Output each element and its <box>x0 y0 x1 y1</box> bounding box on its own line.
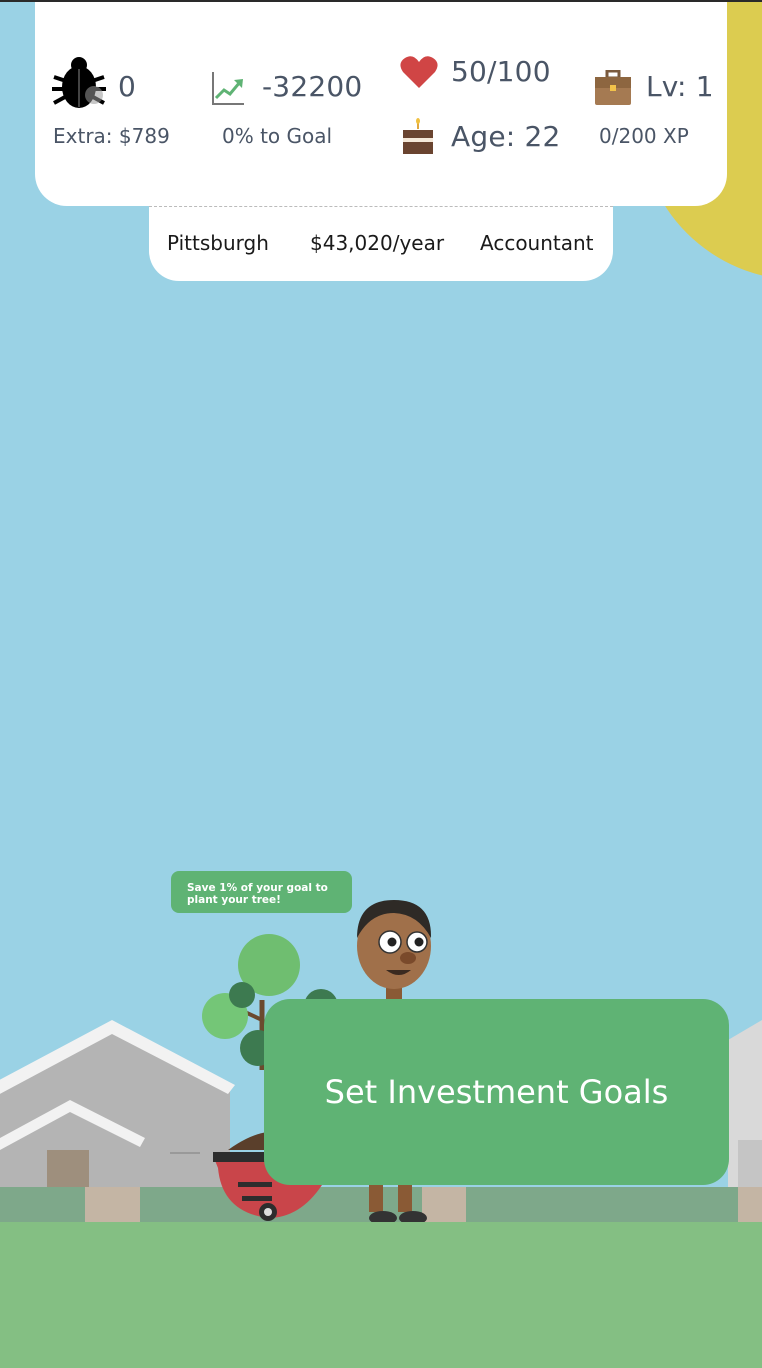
xp-progress: 0/200 XP <box>599 124 689 148</box>
grass-ground <box>0 1222 762 1368</box>
briefcase-icon <box>594 69 632 110</box>
job-label: Accountant <box>480 231 594 255</box>
stats-panel: 0 Extra: $789 -32200 0% to Goal 50/100 A… <box>35 0 727 206</box>
bugs-value: 0 <box>118 70 137 103</box>
hint-bubble: Save 1% of your goal to plant your tree! <box>171 871 352 913</box>
extra-money: Extra: $789 <box>53 124 170 148</box>
goal-progress: 0% to Goal <box>222 124 333 148</box>
cake-icon <box>402 118 434 160</box>
heart-icon <box>400 55 438 93</box>
bug-icon <box>50 55 108 117</box>
goal-value: -32200 <box>262 70 363 103</box>
city-label: Pittsburgh <box>167 231 269 255</box>
player-info-bar: Pittsburgh $43,020/year Accountant <box>149 206 613 281</box>
top-border <box>0 0 762 2</box>
game-scene: 0 Extra: $789 -32200 0% to Goal 50/100 A… <box>0 0 762 1368</box>
age-value: Age: 22 <box>451 120 561 153</box>
health-value: 50/100 <box>451 55 551 88</box>
chart-up-icon <box>210 70 246 110</box>
level-value: Lv: 1 <box>646 70 714 103</box>
set-investment-goals-button[interactable]: Set Investment Goals <box>264 999 729 1185</box>
salary-label: $43,020/year <box>310 231 445 255</box>
